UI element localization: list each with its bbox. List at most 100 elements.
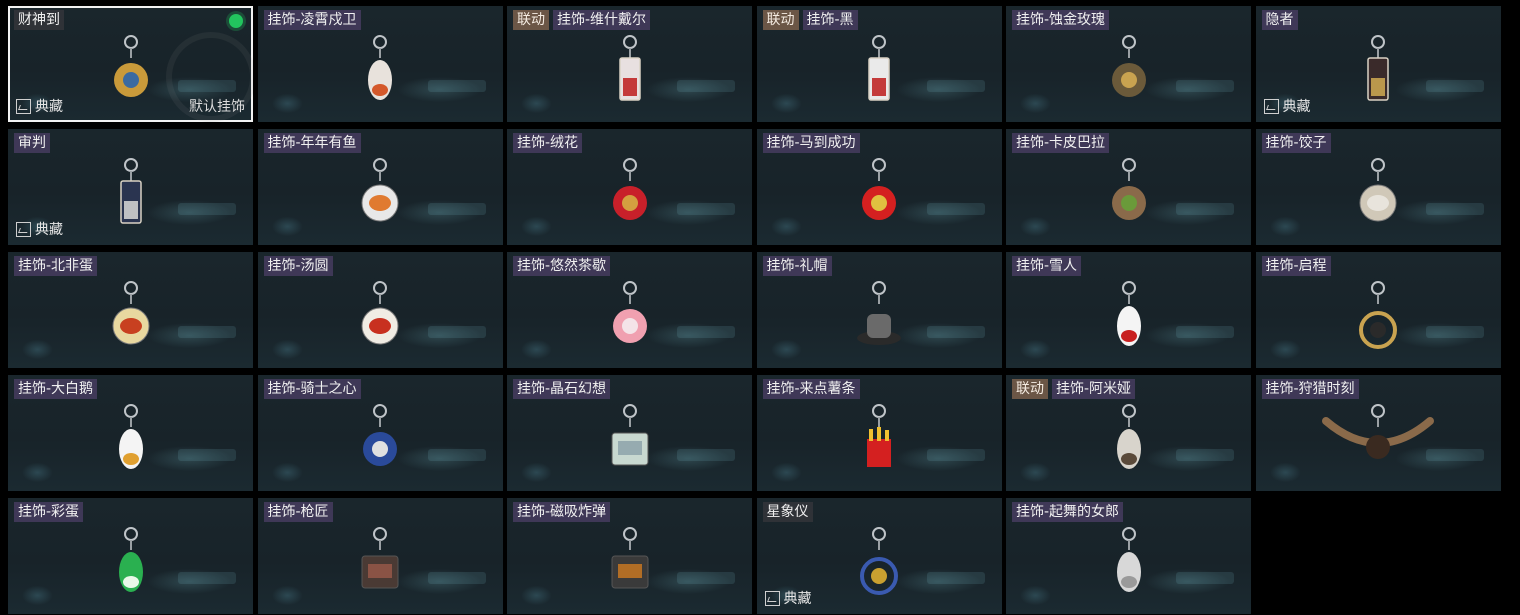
charm-title-tags: 挂饰-年年有鱼 <box>263 133 361 153</box>
charm-card[interactable]: 挂饰-雪人 <box>1006 252 1251 368</box>
rocket-charm-icon <box>350 34 410 114</box>
charm-name: 财神到 <box>14 10 64 30</box>
collab-badge: 联动 <box>1012 379 1048 399</box>
capybara-charm-icon <box>1099 157 1159 237</box>
charm-name: 挂饰-绒花 <box>513 133 583 153</box>
collection-icon <box>1263 98 1279 114</box>
charm-name: 挂饰-枪匠 <box>263 502 333 522</box>
charm-name: 挂饰-马到成功 <box>762 133 860 153</box>
charm-card[interactable]: 联动 挂饰-阿米娅 <box>1006 375 1251 491</box>
charm-card[interactable]: 隐者 典藏 <box>1255 6 1501 122</box>
collection-label: 典藏 <box>783 591 812 607</box>
red-horse-charm-icon <box>849 157 909 237</box>
charm-card[interactable]: 挂饰-启程 <box>1255 252 1501 368</box>
shakshuka-pan-charm-icon <box>101 280 161 360</box>
collection-badge: 典藏 <box>1263 96 1311 116</box>
compass-ring-charm-icon <box>1348 280 1408 360</box>
charm-card[interactable]: 星象仪典藏 <box>756 498 1002 614</box>
charm-title-tags: 挂饰-凌霄戍卫 <box>263 10 361 30</box>
charm-card[interactable]: 挂饰-起舞的女郎 <box>1006 498 1251 614</box>
charm-name: 挂饰-启程 <box>1261 256 1331 276</box>
charm-card[interactable]: 挂饰-磁吸炸弹 <box>507 498 752 614</box>
charm-card[interactable]: 挂饰-来点薯条 <box>756 375 1002 491</box>
charm-title-tags: 挂饰-悠然茶歇 <box>513 256 611 276</box>
charm-title-tags: 挂饰-雪人 <box>1012 256 1082 276</box>
charm-name: 挂饰-汤圆 <box>263 256 333 276</box>
charm-name: 挂饰-骑士之心 <box>263 379 361 399</box>
crystal-cube-charm-icon <box>600 403 660 483</box>
charm-card[interactable]: 挂饰-马到成功 <box>756 129 1002 245</box>
charm-title-tags: 挂饰-绒花 <box>513 133 583 153</box>
charm-card[interactable]: 联动 挂饰-黑 <box>756 6 1002 122</box>
charm-card[interactable]: 挂饰-绒花 <box>507 129 752 245</box>
collection-label: 典藏 <box>35 222 63 238</box>
collection-badge: 典藏 <box>16 219 63 239</box>
green-egg-charm-icon <box>101 526 161 606</box>
fish-plate-charm-icon <box>350 157 410 237</box>
charm-name: 挂饰-北非蛋 <box>14 256 98 276</box>
collection-icon <box>764 590 780 606</box>
charm-card[interactable]: 联动 挂饰-维什戴尔 <box>507 6 752 122</box>
charm-card[interactable]: 挂饰-蚀金玫瑰 <box>1006 6 1251 122</box>
charm-card[interactable]: 挂饰-卡皮巴拉 <box>1006 129 1251 245</box>
charm-name: 挂饰-彩蛋 <box>14 502 84 522</box>
charm-name: 星象仪 <box>762 502 813 522</box>
charm-name: 挂饰-晶石幻想 <box>513 379 611 399</box>
charm-card[interactable]: 挂饰-汤圆 <box>257 252 503 368</box>
charm-card[interactable]: 挂饰-晶石幻想 <box>507 375 752 491</box>
gunsmith-case-charm-icon <box>350 526 410 606</box>
red-flower-charm-icon <box>600 157 660 237</box>
collab-badge: 联动 <box>513 10 549 30</box>
charm-card[interactable]: 挂饰-凌霄戍卫 <box>257 6 503 122</box>
charm-name: 挂饰-来点薯条 <box>762 379 860 399</box>
charm-title-tags: 星象仪 <box>762 502 813 522</box>
dancer-figure-charm-icon <box>1099 526 1159 606</box>
charm-name: 隐者 <box>1261 10 1298 30</box>
charm-title-tags: 挂饰-汤圆 <box>263 256 333 276</box>
charm-card[interactable]: 挂饰-年年有鱼 <box>257 129 503 245</box>
top-hat-charm-icon <box>849 280 909 360</box>
charm-card[interactable]: 挂饰-骑士之心 <box>257 375 503 491</box>
knight-heart-charm-icon <box>350 403 410 483</box>
charm-name: 挂饰-凌霄戍卫 <box>263 10 361 30</box>
equipped-indicator-icon <box>229 14 243 28</box>
charm-card[interactable]: 挂饰-悠然茶歇 <box>507 252 752 368</box>
cupcake-charm-icon <box>600 280 660 360</box>
rabbit-charm-icon <box>1099 403 1159 483</box>
charm-title-tags: 挂饰-马到成功 <box>762 133 860 153</box>
charm-card[interactable]: 挂饰-北非蛋 <box>8 252 253 368</box>
card-charm-icon <box>600 34 660 114</box>
charm-title-tags: 隐者 <box>1261 10 1298 30</box>
charm-title-tags: 挂饰-大白鹅 <box>14 379 98 399</box>
charm-name: 挂饰-悠然茶歇 <box>513 256 611 276</box>
tangyuan-bowl-charm-icon <box>350 280 410 360</box>
charm-title-tags: 挂饰-启程 <box>1261 256 1331 276</box>
charm-card[interactable]: 挂饰-彩蛋 <box>8 498 253 614</box>
charm-title-tags: 挂饰-骑士之心 <box>263 379 361 399</box>
collection-icon <box>16 98 31 114</box>
charm-card[interactable]: 审判典藏 <box>8 129 253 245</box>
charm-name: 挂饰-礼帽 <box>762 256 832 276</box>
charm-title-tags: 联动 挂饰-阿米娅 <box>1012 379 1136 399</box>
charm-name: 挂饰-卡皮巴拉 <box>1012 133 1110 153</box>
charm-name: 挂饰-黑 <box>802 10 858 30</box>
charm-title-tags: 挂饰-起舞的女郎 <box>1012 502 1124 522</box>
snowman-charm-icon <box>1099 280 1159 360</box>
charm-title-tags: 联动 挂饰-维什戴尔 <box>513 10 651 30</box>
charm-card[interactable]: 挂饰-礼帽 <box>756 252 1002 368</box>
charm-card[interactable]: 挂饰-饺子 <box>1255 129 1501 245</box>
charm-title-tags: 挂饰-蚀金玫瑰 <box>1012 10 1110 30</box>
charm-name: 挂饰-雪人 <box>1012 256 1082 276</box>
default-charm-label: 默认挂饰 <box>189 99 245 115</box>
charm-name: 审判 <box>14 133 50 153</box>
charm-name: 挂饰-饺子 <box>1261 133 1331 153</box>
charm-card[interactable]: 挂饰-枪匠 <box>257 498 503 614</box>
charm-card[interactable]: 挂饰-狩猎时刻 <box>1255 375 1501 491</box>
charm-name: 挂饰-起舞的女郎 <box>1012 502 1124 522</box>
charm-title-tags: 挂饰-来点薯条 <box>762 379 860 399</box>
fries-charm-icon <box>849 403 909 483</box>
charm-name: 挂饰-年年有鱼 <box>263 133 361 153</box>
charm-card[interactable]: 挂饰-大白鹅 <box>8 375 253 491</box>
charm-name: 挂饰-大白鹅 <box>14 379 98 399</box>
charm-card[interactable]: 财神到 典藏 默认挂饰 <box>8 6 253 122</box>
